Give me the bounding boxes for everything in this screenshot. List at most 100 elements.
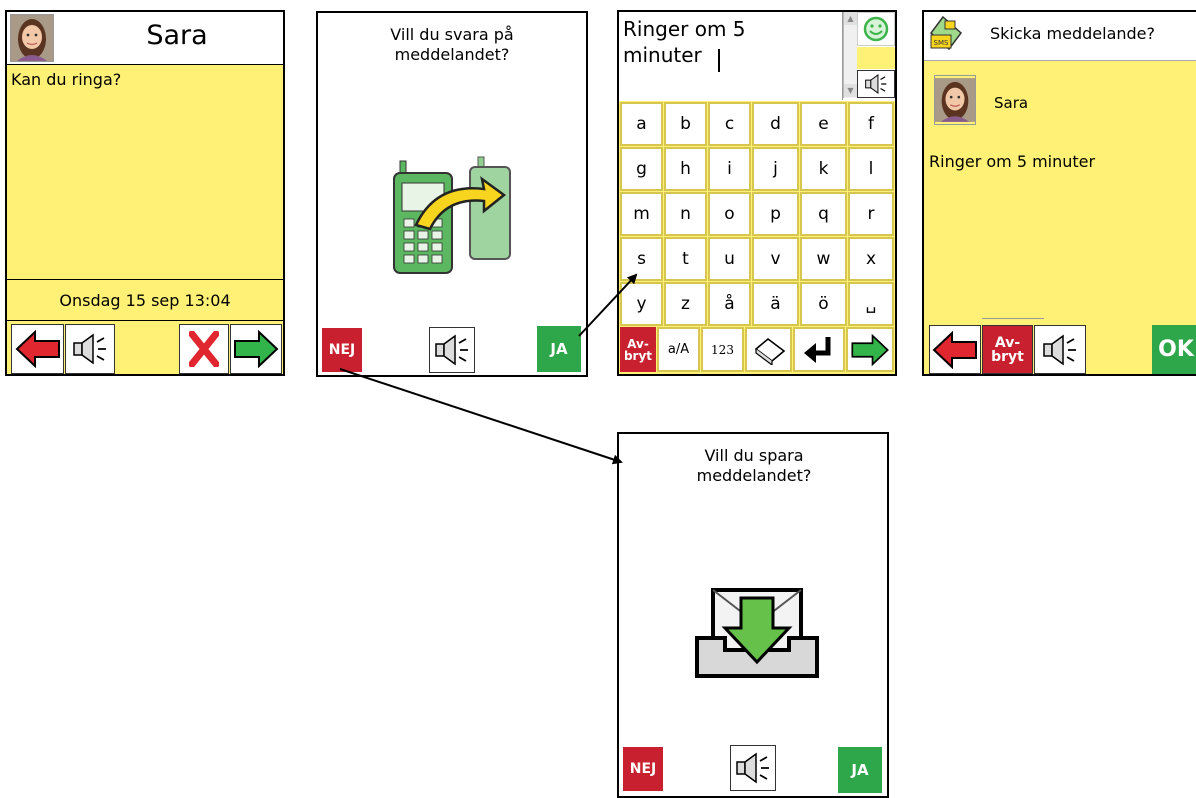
yes-button[interactable]: JA bbox=[838, 747, 882, 793]
smiley-icon bbox=[863, 16, 889, 42]
screen-reply-question: Vill du svara på meddelandet? NEJ JA bbox=[316, 11, 588, 377]
message-text: Ringer om 5 minuter bbox=[929, 152, 1096, 171]
key-ä[interactable]: ä bbox=[752, 282, 799, 326]
scroll-up-icon[interactable]: ▲ bbox=[844, 12, 857, 25]
cancel-button[interactable]: Av- bryt bbox=[982, 325, 1033, 374]
cancel-label-2: bryt bbox=[991, 348, 1024, 365]
speaker-button[interactable] bbox=[730, 745, 776, 791]
back-arrow-icon bbox=[932, 330, 977, 369]
text-cursor bbox=[718, 49, 720, 72]
header-bar: Sara bbox=[7, 12, 283, 65]
contact-photo bbox=[10, 14, 54, 62]
key-o[interactable]: o bbox=[708, 192, 751, 236]
forward-button[interactable] bbox=[230, 324, 282, 374]
ok-button[interactable]: OK bbox=[1152, 325, 1196, 374]
delete-button[interactable] bbox=[179, 324, 229, 374]
key-f[interactable]: f bbox=[848, 102, 894, 146]
key-q[interactable]: q bbox=[800, 192, 847, 236]
enter-key[interactable] bbox=[793, 327, 845, 372]
contact-name: Sara bbox=[146, 20, 208, 51]
key-c[interactable]: c bbox=[708, 102, 751, 146]
arrow-no-to-save bbox=[339, 368, 623, 465]
forward-arrow-icon bbox=[234, 330, 279, 368]
key-z[interactable]: z bbox=[664, 282, 707, 326]
question-text: Vill du svara på meddelandet? bbox=[390, 25, 514, 64]
timestamp: Onsdag 15 sep 13:04 bbox=[59, 291, 231, 310]
question-text: Vill du spara meddelandet? bbox=[696, 446, 812, 485]
key-ö[interactable]: ö bbox=[800, 282, 847, 326]
key-y[interactable]: y bbox=[620, 282, 663, 326]
message-text: Kan du ringa? bbox=[11, 70, 122, 89]
key-b[interactable]: b bbox=[664, 102, 707, 146]
header-bar: SMS Skicka meddelande? bbox=[924, 12, 1196, 60]
next-key[interactable] bbox=[846, 327, 894, 372]
space-key[interactable]: ␣ bbox=[848, 282, 894, 326]
speaker-icon bbox=[865, 73, 887, 95]
key-h[interactable]: h bbox=[664, 147, 707, 191]
back-button[interactable] bbox=[11, 324, 64, 374]
key-l[interactable]: l bbox=[848, 147, 894, 191]
key-a[interactable]: a bbox=[620, 102, 663, 146]
key-k[interactable]: k bbox=[800, 147, 847, 191]
back-arrow-icon bbox=[15, 330, 60, 368]
back-button[interactable] bbox=[929, 325, 981, 374]
key-n[interactable]: n bbox=[664, 192, 707, 236]
message-input[interactable]: Ringer om 5 minuter bbox=[619, 12, 843, 100]
key-d[interactable]: d bbox=[752, 102, 799, 146]
eraser-icon bbox=[754, 337, 785, 365]
screen-save-question: Vill du spara meddelandet? NEJ JA bbox=[617, 432, 889, 798]
forward-arrow-icon bbox=[851, 333, 889, 366]
key-j[interactable]: j bbox=[752, 147, 799, 191]
erase-key[interactable] bbox=[745, 327, 792, 372]
key-m[interactable]: m bbox=[620, 192, 663, 236]
divider bbox=[7, 320, 283, 321]
key-t[interactable]: t bbox=[664, 237, 707, 281]
yellow-spacer bbox=[857, 47, 895, 69]
emoji-button[interactable] bbox=[857, 12, 895, 46]
contact-name: Sara bbox=[994, 94, 1029, 112]
contact-photo bbox=[934, 75, 976, 125]
scroll-down-icon[interactable]: ▼ bbox=[844, 84, 857, 97]
speaker-icon bbox=[1043, 334, 1076, 365]
speaker-button[interactable] bbox=[1034, 325, 1086, 374]
numbers-key[interactable]: 123 bbox=[701, 327, 744, 372]
enter-icon bbox=[804, 336, 831, 363]
speaker-icon bbox=[435, 334, 468, 366]
screen-compose-keyboard: Ringer om 5 minuter ▲ ▼ abcdef ghijkl mnop… bbox=[617, 10, 897, 376]
yes-button[interactable]: JA bbox=[537, 326, 581, 372]
cancel-label-1: Av- bbox=[627, 336, 649, 351]
scrollbar[interactable]: ▲ ▼ bbox=[843, 12, 857, 98]
divider bbox=[982, 318, 1044, 319]
keyboard: a b c d e f g h i j k l m n o p q r s t u v w x y z å ä ö ␣ Av- bryt … bbox=[619, 101, 895, 374]
key-å[interactable]: å bbox=[708, 282, 751, 326]
divider bbox=[924, 60, 1196, 61]
case-toggle-key[interactable]: a/A bbox=[657, 327, 700, 372]
screen-message-view: Sara Kan du ringa? Onsdag 15 sep 13:04 bbox=[5, 10, 285, 376]
cancel-label-1: Av- bbox=[994, 334, 1021, 351]
key-r[interactable]: r bbox=[848, 192, 894, 236]
sms-badge: SMS bbox=[934, 39, 949, 47]
cancel-button[interactable]: Av- bryt bbox=[620, 327, 656, 372]
speaker-icon bbox=[736, 752, 769, 784]
reply-phone-icon bbox=[393, 156, 511, 274]
key-x[interactable]: x bbox=[848, 237, 894, 281]
speaker-button[interactable] bbox=[857, 70, 895, 98]
key-e[interactable]: e bbox=[800, 102, 847, 146]
divider bbox=[7, 279, 283, 280]
delete-x-icon bbox=[189, 331, 219, 367]
sms-phone-icon: SMS bbox=[929, 15, 963, 51]
key-g[interactable]: g bbox=[620, 147, 663, 191]
key-i[interactable]: i bbox=[708, 147, 751, 191]
key-v[interactable]: v bbox=[752, 237, 799, 281]
cancel-label-2: bryt bbox=[623, 348, 653, 363]
save-message-icon bbox=[695, 588, 819, 678]
key-u[interactable]: u bbox=[708, 237, 751, 281]
key-s[interactable]: s bbox=[620, 237, 663, 281]
key-p[interactable]: p bbox=[752, 192, 799, 236]
no-button[interactable]: NEJ bbox=[322, 328, 362, 372]
no-button[interactable]: NEJ bbox=[623, 747, 663, 791]
speaker-icon bbox=[73, 333, 106, 365]
key-w[interactable]: w bbox=[800, 237, 847, 281]
speaker-button[interactable] bbox=[429, 327, 475, 373]
speaker-button[interactable] bbox=[65, 324, 115, 374]
